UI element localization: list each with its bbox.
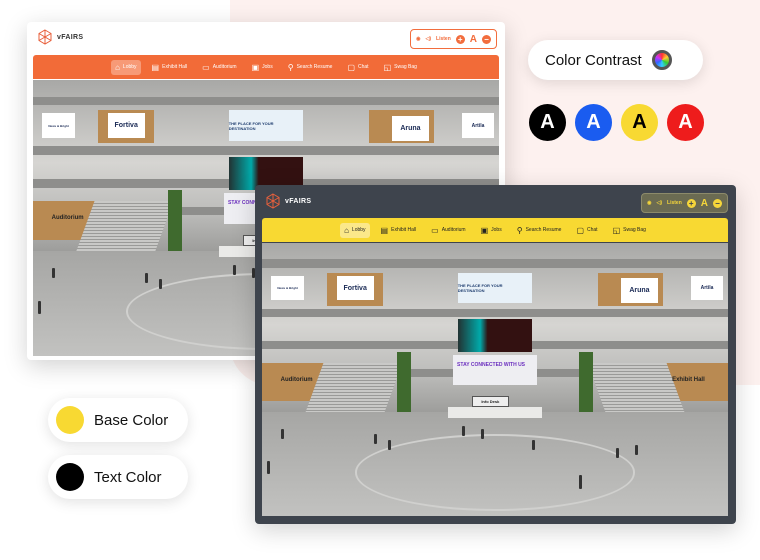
sponsor-banner[interactable]: Aruna	[391, 115, 430, 141]
contrast-option[interactable]: A	[667, 104, 704, 141]
nav-item-label: Auditorium	[441, 227, 466, 233]
store-icon: ▤	[380, 225, 389, 235]
nav-item-label: Lobby	[122, 64, 137, 70]
sponsor-banner[interactable]: News & Bright	[42, 113, 75, 138]
nav-item-label: Jobs	[262, 64, 273, 70]
chat-icon: ▢	[576, 225, 584, 235]
contrast-option[interactable]: A	[575, 104, 612, 141]
vfairs-logo: vFAIRS	[37, 29, 83, 45]
nav-item-exhibit-hall[interactable]: ▤ Exhibit Hall	[148, 60, 192, 75]
nav-item-jobs[interactable]: ▣ Jobs	[248, 60, 277, 75]
cube-logo-icon	[38, 29, 52, 45]
lobby-scene[interactable]: News & Bright Fortiva Aruna Artila THE P…	[262, 243, 728, 516]
promo-screen[interactable]: THE PLACE FOR YOUR DESTINATION	[457, 273, 533, 304]
store-icon: ▤	[151, 62, 160, 72]
nav-item-label: Swag Bag	[394, 64, 417, 70]
nav-item-label: Exhibit Hall	[162, 64, 188, 70]
nav-item-auditorium[interactable]: ▭ Auditorium	[198, 60, 240, 75]
nav-item-label: Lobby	[351, 227, 366, 233]
speaker-icon[interactable]: ◁)	[657, 200, 663, 206]
bag-icon: ◱	[612, 225, 621, 235]
nav-item-lobby[interactable]: ⌂ Lobby	[340, 222, 370, 238]
speaker-icon[interactable]: ◁)	[426, 36, 432, 42]
sponsor-banner[interactable]: Aruna	[620, 278, 659, 304]
color-contrast-label: Color Contrast	[545, 51, 642, 69]
base-color-picker[interactable]: Base Color	[48, 398, 188, 442]
brand-name: vFAIRS	[57, 33, 84, 41]
main-nav: ⌂ Lobby ▤ Exhibit Hall ▭ Auditorium ▣ Jobs ⚲ Sear…	[262, 218, 728, 242]
home-icon: ⌂	[344, 225, 349, 235]
eye-icon[interactable]: ◉	[647, 200, 651, 206]
sponsor-banner[interactable]: Artila	[461, 113, 495, 138]
nav-item-auditorium[interactable]: ▭ Auditorium	[427, 223, 469, 238]
sponsor-banner[interactable]: News & Bright	[271, 275, 304, 301]
listen-button[interactable]: Listen	[667, 200, 682, 206]
listen-button[interactable]: Listen	[436, 36, 451, 42]
nav-item-label: Exhibit Hall	[391, 227, 417, 233]
auditorium-entrance[interactable]: Auditorium	[281, 377, 313, 383]
nav-item-search-resume[interactable]: ⚲ Search Resume	[513, 223, 566, 238]
brand-name: vFAIRS	[285, 197, 312, 205]
nav-item-search-resume[interactable]: ⚲ Search Resume	[284, 60, 337, 75]
nav-item-label: Jobs	[491, 227, 502, 233]
bag-icon: ◱	[383, 62, 392, 72]
nav-item-chat[interactable]: ▢ Chat	[343, 60, 372, 75]
text-color-picker[interactable]: Text Color	[48, 455, 188, 499]
exhibit-hall-entrance[interactable]: Exhibit Hall	[672, 377, 705, 383]
briefcase-icon: ▣	[251, 62, 260, 72]
laptop-icon: ▭	[202, 62, 210, 72]
sponsor-banner[interactable]: Fortiva	[336, 275, 374, 301]
nav-item-label: Chat	[587, 227, 598, 233]
nav-item-exhibit-hall[interactable]: ▤ Exhibit Hall	[377, 223, 421, 238]
font-decrease-button[interactable]: −	[482, 34, 491, 44]
contrast-option[interactable]: A	[621, 104, 658, 141]
nav-item-label: Swag Bag	[623, 227, 646, 233]
info-desk[interactable]: Info Desk	[471, 395, 509, 407]
text-color-label: Text Color	[94, 468, 162, 486]
font-decrease-button[interactable]: −	[713, 198, 722, 208]
home-icon: ⌂	[115, 62, 120, 72]
nav-item-chat[interactable]: ▢ Chat	[572, 223, 601, 238]
nav-item-label: Search Resume	[296, 64, 333, 70]
chat-icon: ▢	[347, 62, 355, 72]
nav-item-swag-bag[interactable]: ◱ Swag Bag	[609, 223, 650, 238]
nav-item-label: Chat	[358, 64, 369, 70]
font-increase-button[interactable]: +	[455, 34, 465, 44]
sponsor-banner[interactable]: Artila	[690, 275, 724, 301]
base-color-swatch[interactable]	[56, 406, 84, 434]
stay-connected-banner[interactable]: STAY CONNECTED WITH US	[453, 354, 537, 385]
nav-item-swag-bag[interactable]: ◱ Swag Bag	[380, 60, 421, 75]
base-color-label: Base Color	[94, 411, 169, 429]
text-color-swatch[interactable]	[56, 463, 84, 491]
video-screen[interactable]	[457, 319, 533, 353]
eye-icon[interactable]: ◉	[416, 36, 420, 42]
high-contrast-theme-window: vFAIRS ◉ ◁) Listen + A − ⌂ Lobby ▤ Exhibit …	[255, 185, 736, 524]
nav-item-lobby[interactable]: ⌂ Lobby	[111, 59, 141, 75]
main-nav: ⌂ Lobby ▤ Exhibit Hall ▭ Auditorium ▣ Jobs ⚲ Sear…	[33, 55, 499, 79]
briefcase-icon: ▣	[480, 225, 489, 235]
nav-item-jobs[interactable]: ▣ Jobs	[477, 223, 506, 238]
laptop-icon: ▭	[431, 225, 439, 235]
nav-item-label: Search Resume	[525, 227, 562, 233]
color-wheel-icon	[651, 50, 672, 70]
accessibility-toolbar: ◉ ◁) Listen + A −	[410, 29, 497, 49]
search-icon: ⚲	[516, 225, 523, 235]
search-icon: ⚲	[287, 62, 294, 72]
font-increase-button[interactable]: +	[686, 198, 696, 208]
color-contrast-button[interactable]: Color Contrast	[528, 40, 703, 80]
cube-logo-icon	[266, 193, 280, 209]
font-size-label: A	[700, 197, 708, 209]
font-size-label: A	[469, 33, 477, 45]
promo-screen[interactable]: THE PLACE FOR YOUR DESTINATION	[228, 110, 304, 141]
nav-item-label: Auditorium	[212, 64, 237, 70]
accessibility-toolbar: ◉ ◁) Listen + A −	[641, 193, 728, 213]
contrast-option[interactable]: A	[529, 104, 566, 141]
sponsor-banner[interactable]: Fortiva	[107, 113, 145, 138]
vfairs-logo: vFAIRS	[265, 193, 311, 209]
auditorium-entrance[interactable]: Auditorium	[52, 215, 84, 221]
